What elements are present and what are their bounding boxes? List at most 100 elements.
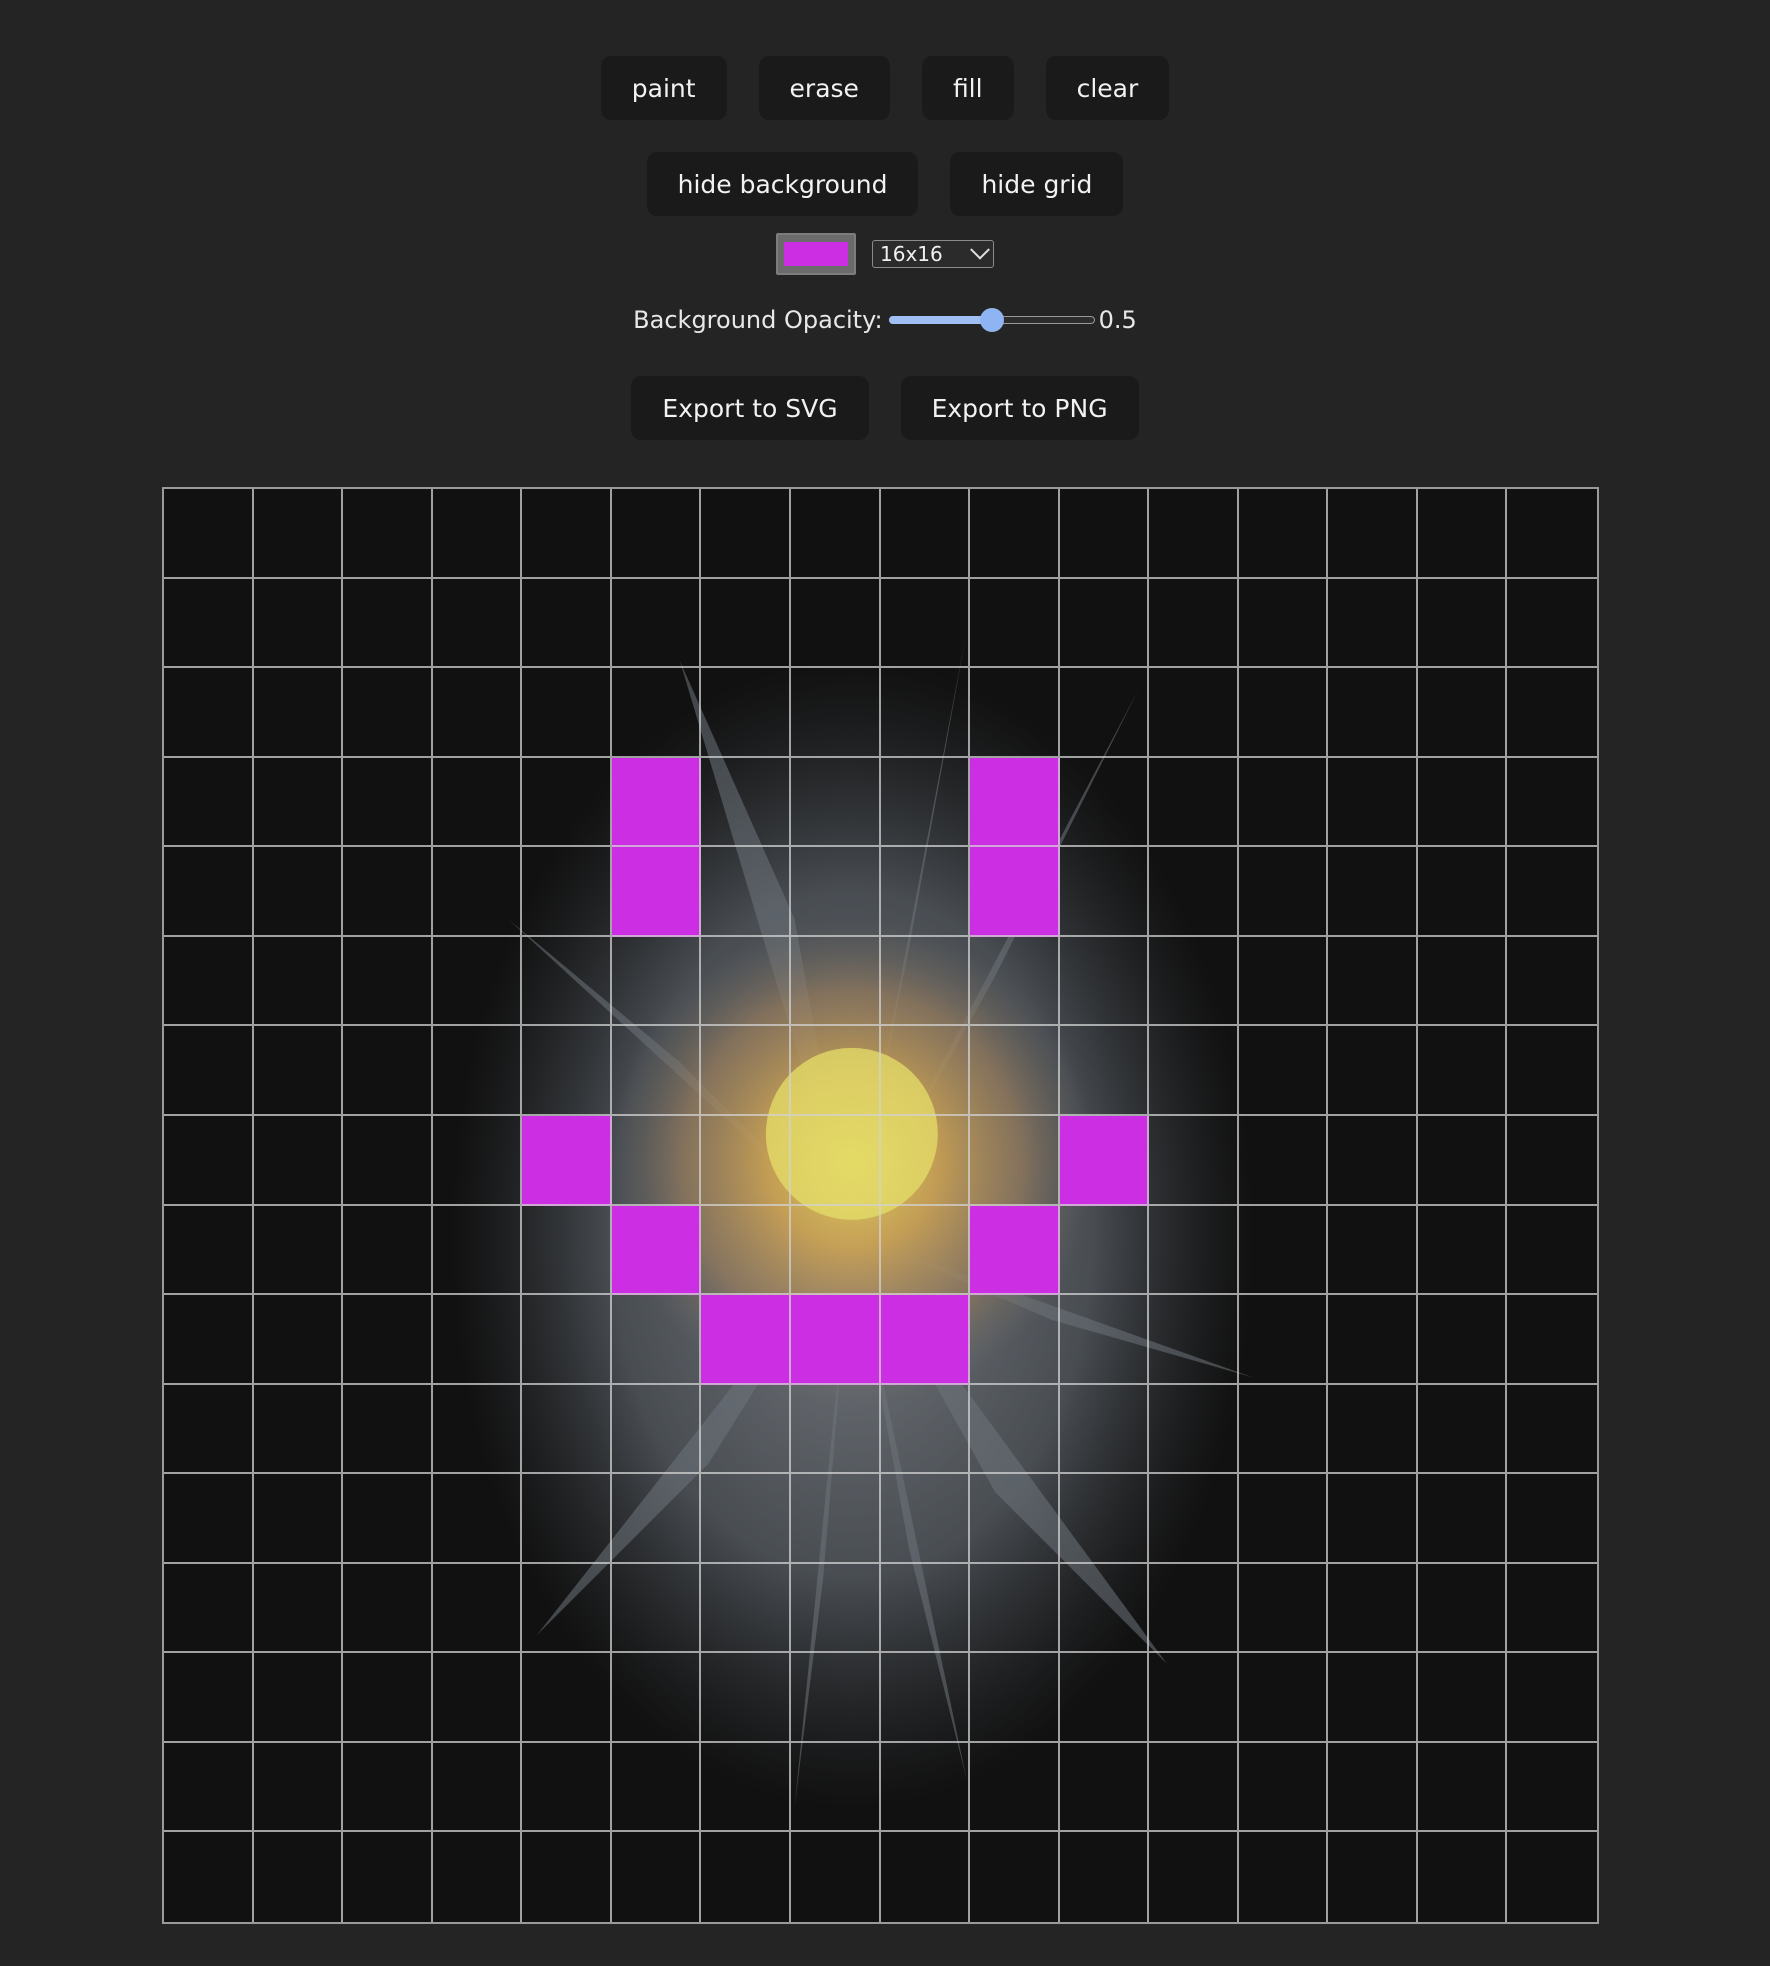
grid-cell[interactable] — [1507, 1116, 1597, 1206]
grid-cell[interactable] — [432, 1205, 523, 1296]
grid-cell[interactable] — [880, 1742, 971, 1833]
grid-cell[interactable] — [790, 1742, 881, 1833]
grid-cell[interactable] — [701, 757, 791, 848]
pixel-canvas[interactable] — [162, 487, 1599, 1924]
grid-cell[interactable] — [1149, 1474, 1239, 1564]
grid-cell[interactable] — [1417, 936, 1508, 1027]
paint-button[interactable]: paint — [600, 56, 727, 120]
grid-cell[interactable] — [343, 1115, 433, 1206]
grid-cell[interactable] — [1059, 847, 1150, 937]
grid-cell[interactable] — [164, 1295, 254, 1385]
grid-cell[interactable] — [522, 578, 612, 669]
grid-cell[interactable] — [880, 578, 971, 669]
grid-cell[interactable] — [432, 668, 523, 758]
grid-cell[interactable] — [1149, 757, 1239, 848]
grid-cell[interactable] — [1149, 847, 1239, 937]
grid-cell[interactable] — [1149, 668, 1239, 758]
grid-cell[interactable] — [611, 757, 702, 848]
grid-cell[interactable] — [701, 1653, 791, 1743]
grid-cell[interactable] — [1328, 668, 1418, 758]
grid-cell[interactable] — [1238, 1474, 1329, 1564]
grid-cell[interactable] — [970, 1384, 1060, 1475]
grid-cell[interactable] — [1417, 489, 1508, 579]
fill-button[interactable]: fill — [921, 56, 1014, 120]
grid-cell[interactable] — [432, 1742, 523, 1833]
grid-cell[interactable] — [701, 578, 791, 669]
grid-cell[interactable] — [164, 936, 254, 1027]
grid-cell[interactable] — [1418, 1832, 1508, 1922]
grid-cell[interactable] — [1507, 1832, 1597, 1922]
grid-cell[interactable] — [253, 668, 344, 758]
grid-cell[interactable] — [1417, 1026, 1508, 1116]
grid-cell[interactable] — [343, 1832, 433, 1922]
grid-cell[interactable] — [1507, 758, 1597, 848]
grid-cell[interactable] — [880, 1474, 971, 1564]
grid-cell[interactable] — [970, 1563, 1060, 1654]
grid-cell[interactable] — [611, 847, 702, 937]
grid-cell[interactable] — [880, 847, 971, 937]
grid-cell[interactable] — [1328, 1474, 1418, 1564]
grid-cell[interactable] — [611, 1653, 702, 1743]
grid-cell[interactable] — [970, 1832, 1060, 1922]
grid-cell[interactable] — [1507, 937, 1597, 1027]
grid-cell[interactable] — [522, 1384, 612, 1475]
grid-cell[interactable] — [701, 1832, 791, 1922]
grid-cell[interactable] — [701, 847, 791, 937]
grid-cell[interactable] — [1149, 1115, 1239, 1206]
grid-cell[interactable] — [790, 1205, 881, 1296]
grid-cell[interactable] — [1507, 1743, 1597, 1833]
grid-cell[interactable] — [253, 1742, 344, 1833]
grid-cell[interactable] — [164, 1474, 254, 1564]
grid-cell[interactable] — [432, 1563, 523, 1654]
grid-cell[interactable] — [1417, 1474, 1508, 1564]
grid-cell[interactable] — [1149, 1026, 1239, 1116]
grid-cell[interactable] — [432, 489, 523, 579]
grid-cell[interactable] — [1417, 757, 1508, 848]
grid-cell[interactable] — [880, 1563, 971, 1654]
grid-cell[interactable] — [343, 1742, 433, 1833]
color-picker[interactable] — [776, 233, 856, 275]
grid-cell[interactable] — [432, 1115, 523, 1206]
grid-cell[interactable] — [522, 757, 612, 848]
grid-cell[interactable] — [432, 1295, 523, 1385]
grid-cell[interactable] — [1059, 1115, 1150, 1206]
grid-cell[interactable] — [790, 1384, 881, 1475]
grid-cell[interactable] — [790, 1026, 881, 1116]
grid-cell[interactable] — [701, 1742, 791, 1833]
grid-cell[interactable] — [611, 1742, 702, 1833]
grid-cell[interactable] — [1239, 1832, 1329, 1922]
grid-cell[interactable] — [790, 847, 881, 937]
grid-cell[interactable] — [1328, 489, 1418, 579]
grid-cell[interactable] — [880, 489, 971, 579]
grid-cell[interactable] — [1328, 1742, 1418, 1833]
hide-background-button[interactable]: hide background — [646, 152, 919, 216]
grid-cell[interactable] — [1059, 1653, 1150, 1743]
grid-cell[interactable] — [790, 489, 881, 579]
grid-cell[interactable] — [432, 1653, 523, 1743]
grid-cell[interactable] — [253, 1115, 344, 1206]
grid-cell[interactable] — [522, 489, 612, 579]
grid-cell[interactable] — [1238, 1742, 1329, 1833]
grid-cell[interactable] — [1238, 1026, 1329, 1116]
grid-cell[interactable] — [522, 1026, 612, 1116]
grid-cell[interactable] — [611, 668, 702, 758]
grid-cell[interactable] — [970, 1026, 1060, 1116]
grid-cell[interactable] — [1507, 668, 1597, 758]
grid-cell[interactable] — [253, 1563, 344, 1654]
grid-cell[interactable] — [164, 668, 254, 758]
grid-cell[interactable] — [522, 668, 612, 758]
grid-cell[interactable] — [1149, 1563, 1239, 1654]
grid-cell[interactable] — [880, 1026, 971, 1116]
grid-cell[interactable] — [253, 847, 344, 937]
grid-cell[interactable] — [253, 578, 344, 669]
grid-cell[interactable] — [1149, 1742, 1239, 1833]
grid-cell[interactable] — [790, 1653, 881, 1743]
grid-cell[interactable] — [1059, 1026, 1150, 1116]
grid-cell[interactable] — [611, 1026, 702, 1116]
grid-cell[interactable] — [1328, 1384, 1418, 1475]
grid-cell[interactable] — [1059, 757, 1150, 848]
grid-cell[interactable] — [1238, 668, 1329, 758]
grid-cell[interactable] — [611, 578, 702, 669]
grid-cell[interactable] — [1328, 757, 1418, 848]
grid-cell[interactable] — [970, 757, 1060, 848]
